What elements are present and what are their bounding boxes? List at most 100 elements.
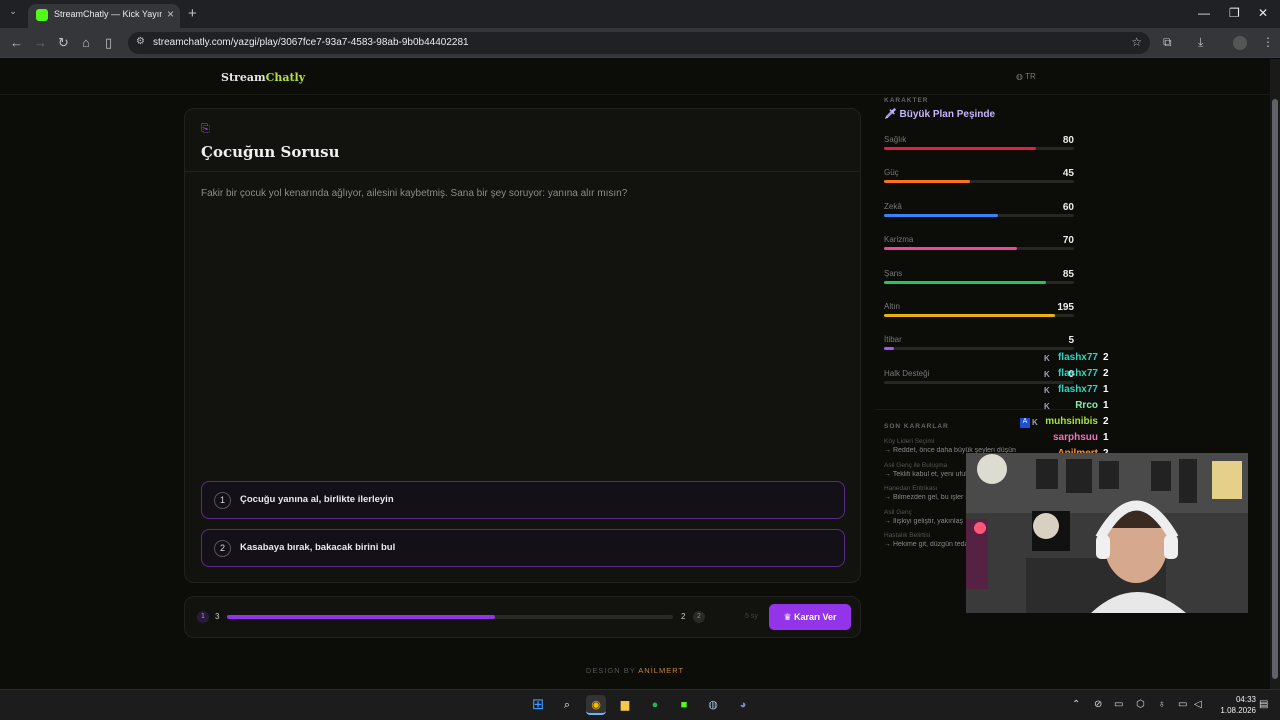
profile-avatar[interactable] [1233, 36, 1247, 50]
chat-message: K Amuhsinibis 2 [1020, 415, 1170, 431]
stat-value: 60 [1062, 201, 1074, 213]
stat-name: Şans [884, 268, 903, 278]
decide-button[interactable]: ♛ Kararı Ver [769, 604, 851, 630]
steam-icon[interactable]: ◍ [703, 695, 723, 715]
home-icon[interactable]: ⌂ [82, 35, 90, 50]
chat-username: sarphsuu [1052, 432, 1098, 443]
vote-progress-track [227, 615, 673, 619]
chat-text: 2 [1103, 416, 1109, 427]
kick-badge-icon: K [1032, 418, 1038, 427]
extensions-icon[interactable]: ⧉ [1163, 35, 1172, 50]
network-icon[interactable]: ▭ [1178, 699, 1187, 710]
option-1[interactable]: 1 Çocuğu yanına al, birlikte ilerleyin [201, 481, 845, 519]
battery-icon[interactable]: ▭ [1114, 699, 1123, 710]
browser-menu-icon[interactable]: ⋮ [1262, 35, 1274, 49]
tab-close-icon[interactable]: × [167, 7, 174, 21]
chrome-icon[interactable]: ◉ [586, 695, 606, 715]
stat-value: 85 [1062, 268, 1074, 280]
question-title: Çocuğun Sorusu [201, 143, 340, 161]
site-logo[interactable]: StreamChatly [221, 71, 305, 84]
scrollbar-thumb[interactable] [1272, 99, 1278, 679]
stat-name: Altın [884, 302, 901, 311]
question-card: ⎘ Çocuğun Sorusu Fakir bir çocuk yol ken… [184, 108, 861, 583]
stat-value: 70 [1062, 235, 1074, 247]
reload-icon[interactable]: ↻ [58, 35, 69, 51]
kick-badge-icon: K [1044, 386, 1050, 395]
globe-icon: ◍ [1016, 72, 1026, 81]
decide-button-label: Kararı Ver [794, 612, 837, 622]
stat-name: Halk Desteği [884, 368, 930, 378]
url-text[interactable]: streamchatly.com/yazgi/play/3067fce7-93a… [153, 37, 469, 48]
vote-bar: 1 3 2 2 5 sy ♛ Kararı Ver [184, 596, 861, 638]
stat-name: Sağlık [884, 135, 907, 144]
site-info-icon[interactable]: ⚙ [136, 36, 148, 48]
character-section-label: KARAKTER [884, 97, 929, 104]
scroll-icon: ⎘ [201, 123, 210, 135]
windows-taskbar: ⊞ ⌕ ◉ ▆ ● ■ ◍ ◕ ⌃ ⊘ ▭ ⬡ ♁ ▭ ◁ 04:33 1.08… [0, 689, 1280, 720]
stat-value: 5 [1068, 335, 1074, 347]
discord-icon[interactable]: ◕ [733, 695, 753, 715]
option-2-badge: 2 [693, 611, 705, 623]
vote-progress-fill [227, 615, 495, 619]
language-switcher[interactable]: ◍ TR [1016, 72, 1036, 81]
chat-message: Kflashx77 2 [1040, 367, 1170, 383]
clock-time: 04:33 [1235, 695, 1256, 704]
stat-value: 195 [1057, 302, 1074, 313]
chat-username: muhsinibis [1045, 416, 1098, 427]
option-number: 2 [214, 540, 231, 557]
notification-icon[interactable]: ▤ [1259, 699, 1268, 710]
logo-part-1: Stream [221, 71, 266, 84]
stat-fill [884, 213, 998, 217]
new-tab-icon[interactable]: + [188, 5, 197, 22]
tray-overflow-icon[interactable]: ⌃ [1072, 699, 1080, 710]
vote-timer: 5 sy [745, 613, 758, 620]
forward-icon[interactable]: → [34, 35, 47, 50]
stat-fill [884, 180, 970, 184]
stat-name: Güç [884, 168, 899, 178]
stat-track [884, 247, 1074, 251]
kick-app-icon[interactable]: ■ [674, 695, 694, 715]
stat-value: 45 [1062, 168, 1074, 180]
system-clock[interactable]: 04:33 1.08.2026 [1210, 694, 1256, 716]
tray-app-icon[interactable]: ⊘ [1094, 699, 1102, 710]
start-icon[interactable]: ⊞ [528, 695, 548, 715]
option-2[interactable]: 2 Kasabaya bırak, bakacak birini bul [201, 529, 845, 567]
volume-icon[interactable]: ◁ [1194, 699, 1202, 710]
logo-part-2: Chatly [265, 71, 306, 84]
tab-title: StreamChatly — Kick Yayıncıları [54, 9, 162, 19]
close-window-icon[interactable]: ✕ [1258, 6, 1268, 20]
file-explorer-icon[interactable]: ▆ [615, 695, 635, 715]
back-icon[interactable]: ← [10, 35, 23, 50]
kick-badge-icon: K [1044, 354, 1050, 363]
stat-track [884, 180, 1074, 184]
chat-text: 2 [1103, 352, 1109, 363]
stat-fill [884, 147, 1036, 150]
minimize-icon[interactable]: — [1198, 6, 1210, 20]
character-name: 🗡 Büyük Plan Peşinde [884, 109, 995, 120]
search-icon[interactable]: ⌕ [557, 695, 577, 715]
chat-message: Kflashx77 1 [1040, 383, 1170, 399]
stat-row: Karizma 70 [884, 235, 1074, 265]
stat-row: Sağlık 80 [884, 135, 1074, 165]
chat-message: Kflashx77 2 [1040, 351, 1170, 367]
kick-badge-icon: K [1044, 402, 1050, 411]
browser-tab[interactable]: StreamChatly — Kick Yayıncıları × [28, 4, 180, 28]
tab-search-icon[interactable]: ⌄ [6, 6, 20, 20]
chat-username: flashx77 [1057, 352, 1098, 363]
page-scrollbar[interactable] [1270, 59, 1280, 689]
download-icon[interactable]: ⤓ [1198, 35, 1203, 50]
option-1-badge: 1 [197, 611, 209, 623]
sidepanel-icon[interactable]: ▯ [105, 35, 112, 51]
restore-icon[interactable]: ❐ [1229, 6, 1240, 20]
microphone-icon[interactable]: ♁ [1158, 699, 1166, 710]
tray-security-icon[interactable]: ⬡ [1136, 699, 1145, 710]
chat-message: K Rrco 1 [1040, 399, 1170, 415]
bookmark-star-icon[interactable]: ☆ [1131, 35, 1142, 49]
spotify-icon[interactable]: ● [645, 695, 665, 715]
address-bar[interactable]: ⚙ streamchatly.com/yazgi/play/3067fce7-9… [128, 32, 1150, 54]
language-label: TR [1025, 72, 1036, 81]
chat-text: 1 [1103, 432, 1109, 443]
stat-track [884, 147, 1074, 150]
footer-author[interactable]: ANİLMERT [638, 666, 684, 675]
stat-name: Zekâ [884, 201, 902, 211]
